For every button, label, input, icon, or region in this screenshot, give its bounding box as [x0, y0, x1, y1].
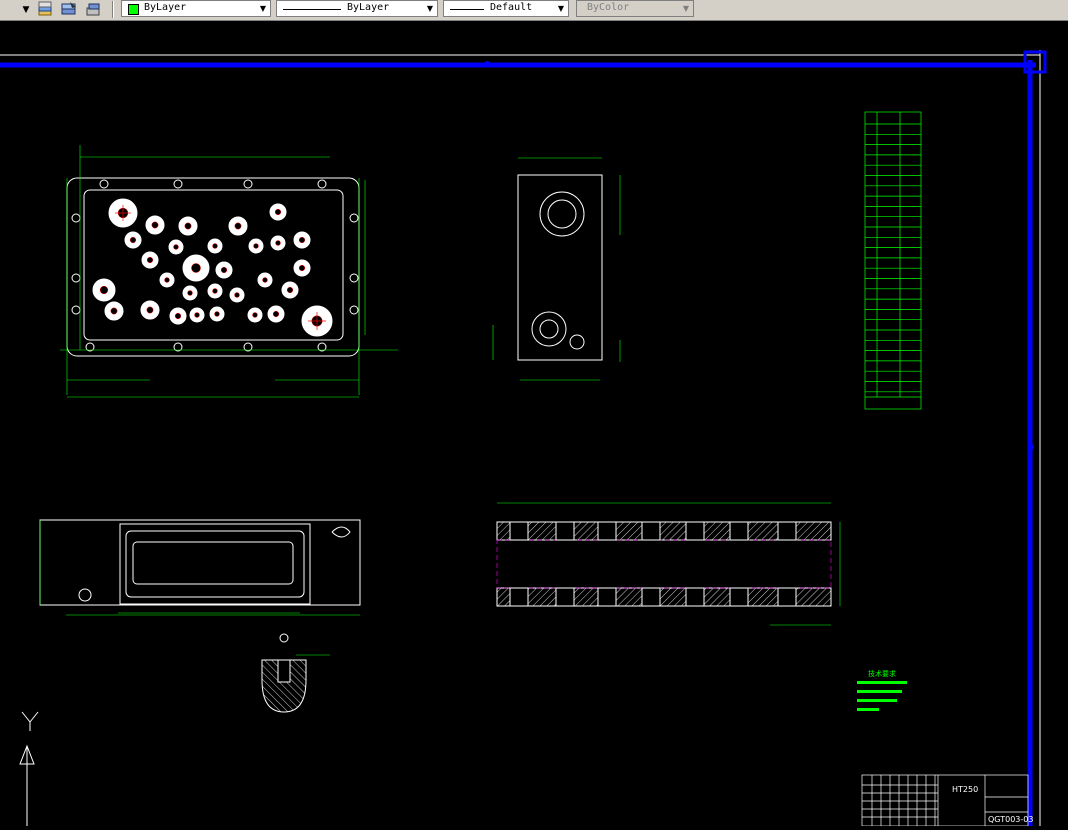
linetype-value: ByLayer — [347, 2, 390, 13]
bolt-hole — [317, 179, 327, 189]
hole-center — [298, 264, 306, 272]
chevron-down-icon[interactable]: ▼ — [256, 1, 270, 16]
section-slot — [597, 521, 617, 541]
section-slot — [555, 587, 575, 607]
hole-center — [191, 263, 201, 273]
model-space[interactable] — [0, 21, 1068, 827]
hole-center — [234, 222, 242, 230]
hole-center — [274, 208, 282, 216]
color-value: ByLayer — [144, 2, 187, 13]
color-swatch — [128, 4, 139, 15]
bolt-hole — [349, 273, 359, 283]
chevron-down-icon[interactable]: ▼ — [423, 1, 437, 16]
toolbar-separator — [112, 1, 114, 18]
toolbar-dropdown-arrow-icon[interactable]: ▼ — [20, 3, 32, 17]
notes-title: 技术要求 — [868, 670, 896, 678]
hole-center — [298, 236, 306, 244]
section-slot — [597, 587, 617, 607]
top-view — [60, 145, 398, 398]
hole-center — [214, 311, 220, 317]
side-view — [492, 157, 621, 381]
bolt-hole — [349, 305, 359, 315]
section-slot — [685, 521, 705, 541]
drawing-canvas[interactable]: 技术要求 HT250 QGT003-03 Y — [0, 21, 1068, 827]
layer-previous-icon[interactable] — [84, 1, 102, 18]
detail-view — [261, 633, 330, 713]
bolt-hole — [243, 179, 253, 189]
ucs-icon — [19, 711, 39, 826]
section-slot — [509, 521, 529, 541]
color-control-combo[interactable]: ByLayer ▼ — [121, 0, 271, 17]
hole-center — [146, 256, 154, 264]
chevron-down-icon[interactable]: ▼ — [554, 1, 568, 16]
plotstyle-value: ByColor — [587, 2, 630, 13]
section-slot — [777, 587, 797, 607]
plotstyle-control-combo: ByColor ▼ — [576, 0, 694, 17]
title-block-drawing-no: QGT003-03 — [988, 815, 1034, 824]
section-slot — [729, 521, 749, 541]
lineweight-preview — [450, 9, 484, 10]
layer-state-icon[interactable] — [60, 1, 78, 18]
bolt-hole — [173, 179, 183, 189]
lineweight-value: Default — [490, 2, 533, 13]
lineweight-control-combo[interactable]: Default ▼ — [443, 0, 569, 17]
section-slot — [509, 587, 529, 607]
drawing-frame — [0, 50, 1047, 826]
hole-center — [187, 290, 193, 296]
section-slot — [777, 521, 797, 541]
hole-center — [253, 243, 259, 249]
hole-center — [252, 312, 258, 318]
hole-center — [262, 277, 268, 283]
hole-center — [275, 240, 281, 246]
bolt-hole — [71, 305, 81, 315]
hole-center — [234, 292, 240, 298]
section-view — [496, 502, 841, 626]
bolt-hole — [71, 213, 81, 223]
technical-notes — [857, 681, 907, 711]
chevron-down-icon: ▼ — [682, 4, 690, 13]
hole-center — [164, 277, 170, 283]
bolt-hole — [71, 273, 81, 283]
hole-center — [110, 307, 118, 315]
hole-center — [212, 288, 218, 294]
hole-center — [286, 286, 294, 294]
section-slot — [641, 587, 661, 607]
title-block-material: HT250 — [952, 785, 979, 794]
hole-center — [151, 221, 159, 229]
hole-center — [212, 243, 218, 249]
hole-center — [174, 312, 182, 320]
hole-center — [184, 222, 192, 230]
front-view — [39, 519, 361, 616]
section-slot — [555, 521, 575, 541]
hole-center — [272, 310, 280, 318]
linetype-control-combo[interactable]: ByLayer ▼ — [276, 0, 438, 17]
hole-center — [194, 312, 200, 318]
section-slot — [729, 587, 749, 607]
properties-toolbar: ▼ ByLayer ▼ ByLayer ▼ Default ▼ ByColor … — [0, 0, 1068, 21]
bolt-hole — [349, 213, 359, 223]
hole-center — [173, 244, 179, 250]
hole-center — [220, 266, 228, 274]
hole-center — [129, 236, 137, 244]
hole-center — [146, 306, 154, 314]
section-slot — [685, 587, 705, 607]
layer-manager-icon[interactable] — [36, 1, 54, 18]
linetype-preview — [283, 9, 341, 10]
bolt-hole — [99, 179, 109, 189]
hole-center — [99, 285, 109, 295]
section-slot — [641, 521, 661, 541]
hole-table — [864, 111, 922, 410]
